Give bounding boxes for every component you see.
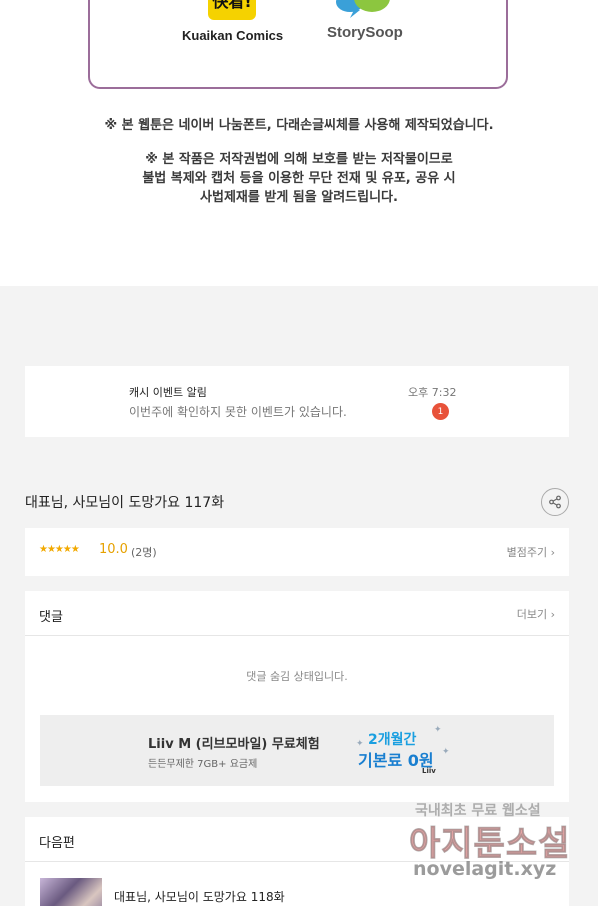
comments-more-link[interactable]: 더보기 › <box>517 606 555 622</box>
ad-title: Liiv M (리브모바일) 무료체험 <box>148 737 320 752</box>
storysoop-label: StorySoop <box>327 24 403 41</box>
comments-title: 댓글 <box>39 610 63 625</box>
chevron-right-icon: › <box>550 546 555 559</box>
font-notice: ※ 본 웹툰은 네이버 나눔폰트, 다래손글씨체를 사용해 제작되었습니다. <box>104 118 494 133</box>
storysoop-logo <box>336 0 390 18</box>
star-rating-icon: ★★★★★ <box>39 544 80 555</box>
event-count-badge: 1 <box>432 403 449 420</box>
ad-subtitle: 든든무제한 7GB+ 요금제 <box>148 759 258 770</box>
event-subtitle: 이번주에 확인하지 못한 이벤트가 있습니다. <box>129 405 347 419</box>
event-notification[interactable]: 캐시 이벤트 알림 이번주에 확인하지 못한 이벤트가 있습니다. 오후 7:3… <box>25 366 569 437</box>
next-episode-link[interactable]: 대표님, 사모님이 도망가요 118화 <box>114 888 285 905</box>
rate-button[interactable]: 별점주기 › <box>507 544 555 560</box>
event-title: 캐시 이벤트 알림 <box>129 386 207 399</box>
share-button[interactable] <box>541 488 569 516</box>
sparkle-icon: ✦ <box>442 747 450 757</box>
copyright-line: 사법제재를 받게 됨을 알려드립니다. <box>200 190 398 205</box>
rate-button-label: 별점주기 <box>506 546 548 559</box>
comments-header: 댓글 더보기 › <box>25 591 569 636</box>
comments-more-label: 더보기 <box>516 608 548 621</box>
comments-hidden-message: 댓글 숨김 상태입니다. <box>246 670 348 683</box>
next-episode-section: 다음편 대표님, 사모님이 도망가요 118화 <box>25 817 569 906</box>
comments-section: 댓글 더보기 › 댓글 숨김 상태입니다. Liiv M (리브모바일) 무료체… <box>25 591 569 802</box>
event-time: 오후 7:32 <box>408 386 457 399</box>
ad-promo-graphic: ✦ ✦ ✦ 2개월간 기본료 0원 Liiv <box>356 725 450 779</box>
ad-promo-line1: 2개월간 <box>368 732 417 748</box>
next-title: 다음편 <box>39 836 75 851</box>
sparkle-icon: ✦ <box>434 725 442 735</box>
ad-banner[interactable]: Liiv M (리브모바일) 무료체험 든든무제한 7GB+ 요금제 ✦ ✦ ✦… <box>40 715 554 786</box>
next-header: 다음편 <box>25 817 569 862</box>
copyright-line: 불법 복제와 캡처 등을 이용한 무단 전재 및 유포, 공유 시 <box>142 171 456 186</box>
rating-bar: ★★★★★ 10.0 (2명) 별점주기 › <box>25 528 569 576</box>
kuaikan-logo-text: 快看! <box>212 0 252 11</box>
share-icon <box>549 495 561 509</box>
kuaikan-logo: 快看! <box>208 0 256 20</box>
chevron-right-icon: › <box>550 608 555 621</box>
copyright-notice: ※ 본 작품은 저작권법에 의해 보호를 받는 저작물이므로 불법 복제와 캡처… <box>0 150 598 207</box>
content-end-section: 快看! Kuaikan Comics StorySoop ※ 본 웹툰은 네이버… <box>0 0 598 286</box>
kuaikan-label: Kuaikan Comics <box>182 28 284 43</box>
rating-score: 10.0 <box>99 542 128 557</box>
ad-brand: Liiv <box>422 767 436 775</box>
copyright-line: ※ 본 작품은 저작권법에 의해 보호를 받는 저작물이므로 <box>145 152 453 167</box>
episode-title: 대표님, 사모님이 도망가요 117화 <box>25 495 225 511</box>
next-episode-thumbnail[interactable] <box>40 878 102 906</box>
credits-box: 快看! Kuaikan Comics StorySoop <box>88 0 508 89</box>
rating-count: (2명) <box>131 546 157 559</box>
